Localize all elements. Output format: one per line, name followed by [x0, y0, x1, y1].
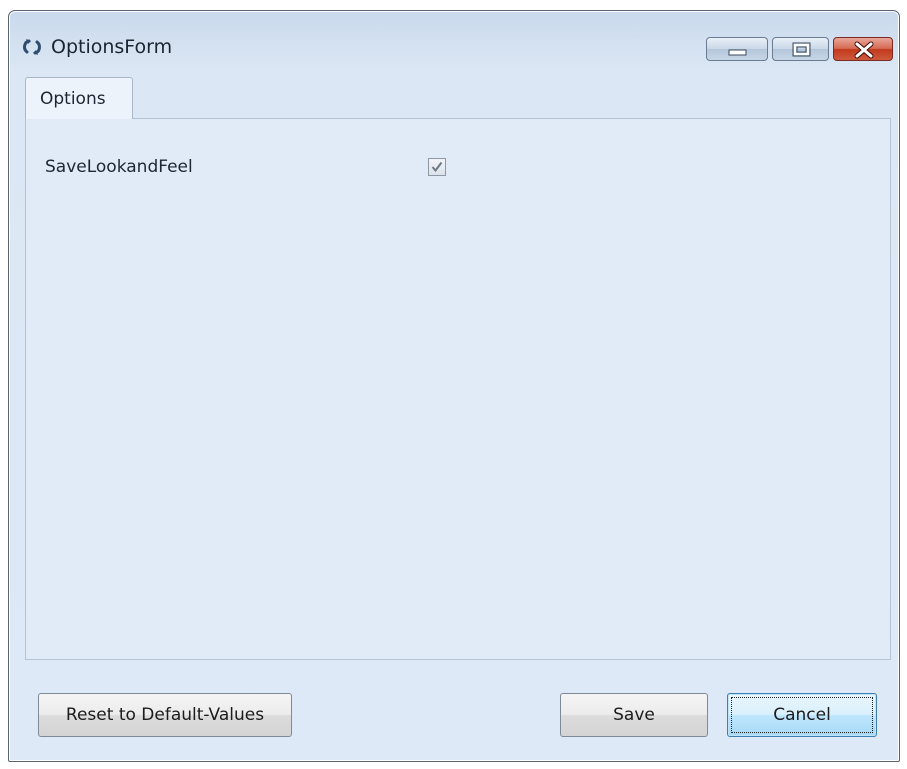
reset-button-label: Reset to Default-Values [65, 705, 265, 725]
save-button-label: Save [613, 705, 655, 725]
minimize-button[interactable] [706, 37, 768, 61]
options-form-window: OptionsForm Options SaveLookandFeel Rese… [8, 10, 900, 762]
options-panel: SaveLookandFeel [25, 118, 891, 660]
window-title: OptionsForm [51, 36, 173, 58]
title-bar[interactable]: OptionsForm [9, 11, 899, 71]
tab-options-label: Options [40, 89, 106, 109]
save-button[interactable]: Save [560, 693, 708, 737]
reset-to-defaults-button[interactable]: Reset to Default-Values [38, 693, 292, 737]
tab-options[interactable]: Options [25, 77, 133, 119]
save-look-and-feel-checkbox[interactable] [428, 158, 446, 176]
refresh-icon [21, 37, 43, 57]
cancel-button[interactable]: Cancel [727, 693, 877, 737]
close-button[interactable] [833, 37, 893, 61]
maximize-button[interactable] [772, 37, 829, 61]
save-look-and-feel-label: SaveLookandFeel [45, 157, 193, 177]
cancel-button-label: Cancel [773, 705, 831, 725]
